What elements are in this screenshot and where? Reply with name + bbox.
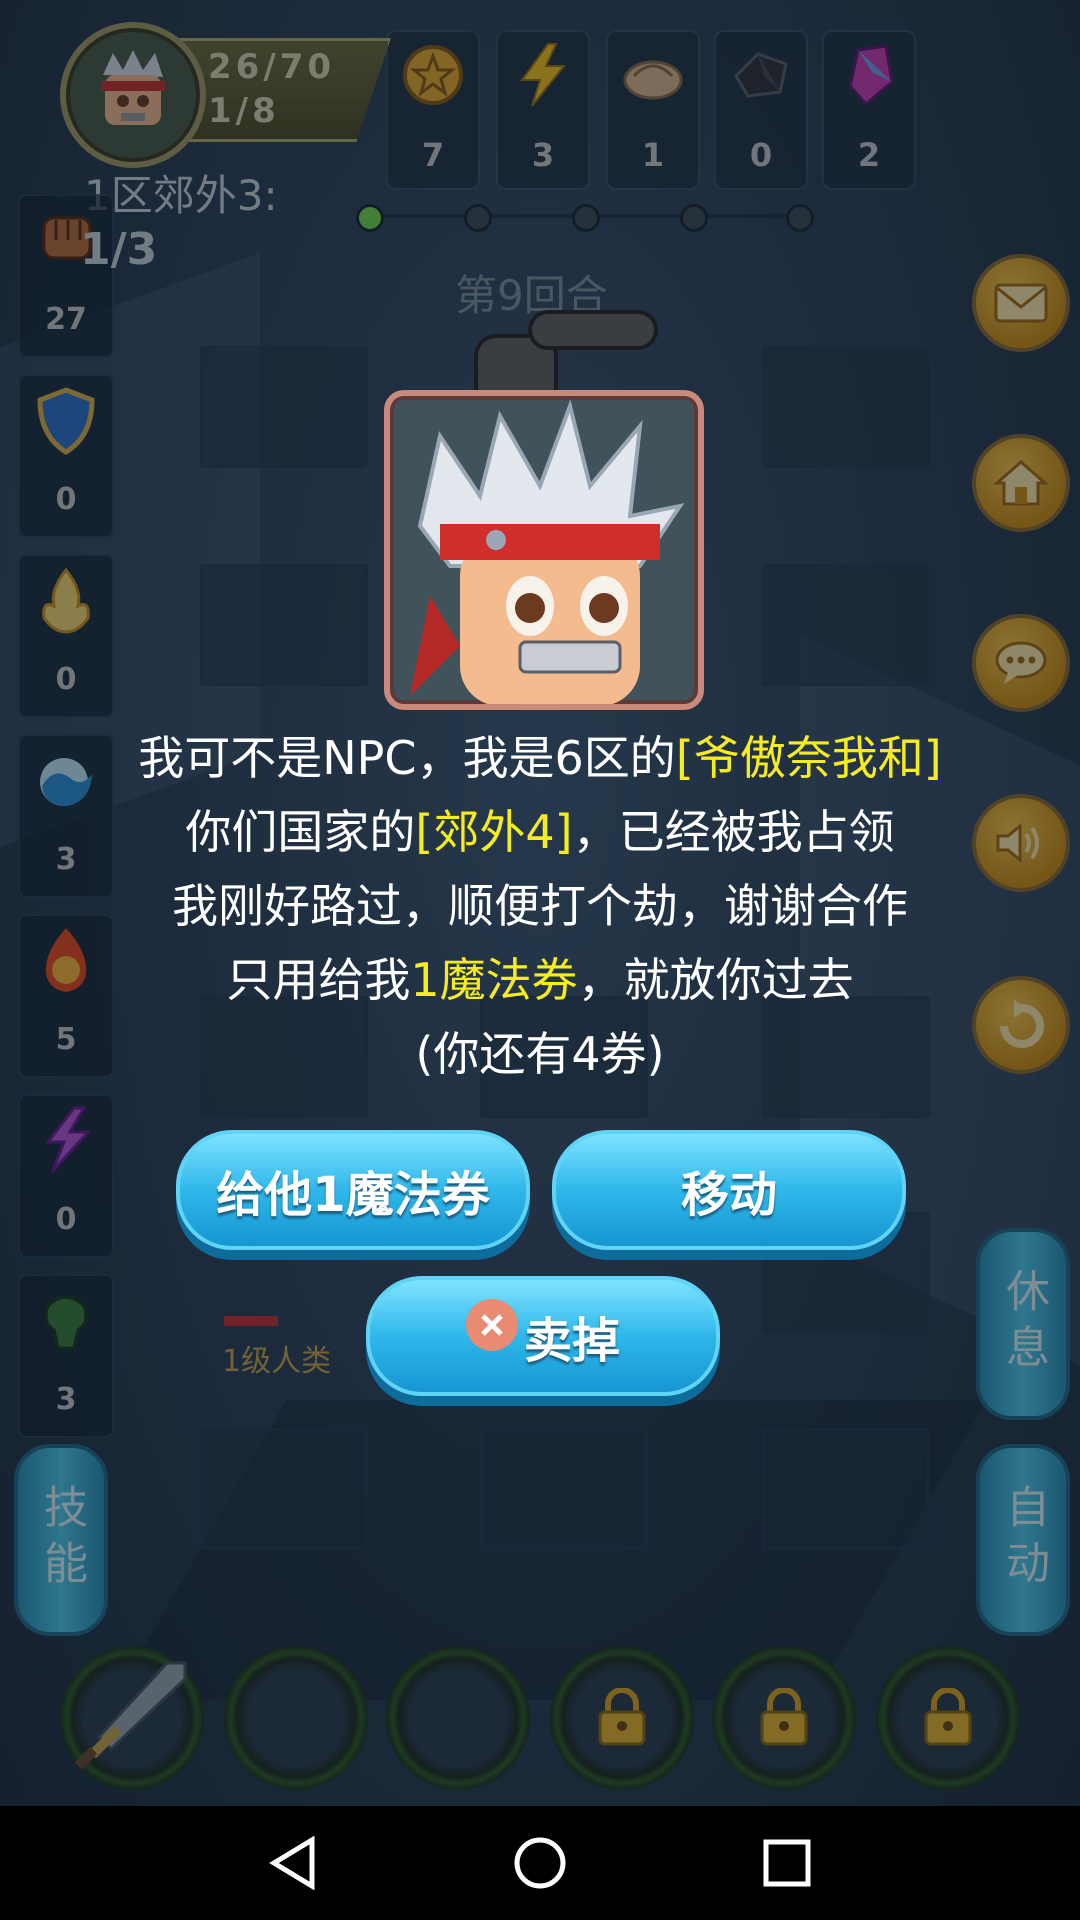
dialog-line-1: 我可不是NPC，我是6区的[爷傲奈我和]	[80, 722, 1000, 788]
recents-nav-icon[interactable]	[762, 1838, 812, 1888]
zone-highlight: [郊外4]	[415, 805, 573, 859]
dialog-text: ，已经被我占领	[572, 805, 895, 859]
dialog-line-5: (你还有4券)	[415, 1027, 665, 1081]
dialog-line-3: 我刚好路过，顺便打个劫，谢谢合作	[172, 879, 908, 933]
move-label: 移动	[680, 1167, 777, 1223]
home-nav-icon[interactable]	[513, 1836, 567, 1890]
system-nav-bar	[0, 1806, 1080, 1920]
close-icon	[465, 1299, 518, 1351]
npc-portrait	[384, 390, 704, 710]
dialog-text: ，就放你过去	[577, 953, 854, 1007]
pay-ticket-label: 给他1魔法券	[216, 1167, 490, 1223]
dialog-text: 你们国家的	[185, 805, 416, 859]
player-name-highlight: [爷傲奈我和]	[675, 731, 942, 785]
dialog-line-4: 只用给我1魔法券，就放你过去	[80, 944, 1000, 1010]
dialog-text: 我可不是NPC，我是6区的	[138, 731, 676, 785]
npc-character-icon	[410, 399, 685, 704]
back-nav-icon[interactable]	[268, 1836, 318, 1890]
dialog-text: 只用给我	[226, 953, 411, 1007]
sell-button[interactable]: 卖掉	[366, 1276, 720, 1396]
sell-label: 卖掉	[523, 1313, 620, 1369]
dialog-line-2: 你们国家的[郊外4]，已经被我占领	[80, 796, 1000, 862]
ticket-highlight: 1魔法券	[410, 953, 578, 1007]
pay-ticket-button[interactable]: 给他1魔法券	[176, 1130, 530, 1250]
move-button[interactable]: 移动	[552, 1130, 906, 1250]
